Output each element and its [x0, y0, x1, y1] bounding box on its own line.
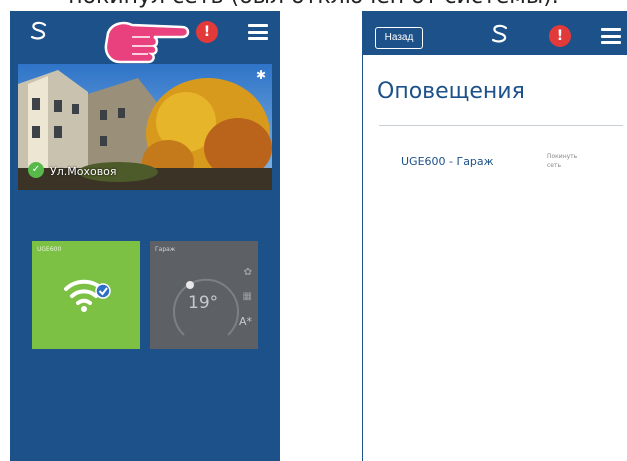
calendar-icon: ▦ — [242, 291, 252, 302]
device-tile-garage[interactable]: Гараж 19° ✿ ▦ A* — [150, 241, 258, 349]
notifications-screen: Назад ! Оповещения UGE600 - Гараж Покину… — [362, 11, 627, 461]
home-screen: ! ✱ ✓ Ул.Моховоя UGE600 Гараж 19° ✿ ▦ A* — [10, 11, 280, 461]
wifi-icon — [64, 279, 111, 312]
settings-icon[interactable]: ✱ — [256, 68, 266, 82]
auto-mode-icon: A* — [238, 315, 252, 328]
logo-s-icon[interactable] — [28, 21, 50, 41]
alert-icon[interactable]: ! — [549, 25, 571, 47]
tile-title: Гараж — [155, 246, 176, 253]
page-title: Оповещения — [377, 79, 525, 104]
location-label: Ул.Моховоя — [50, 165, 117, 178]
back-button[interactable]: Назад — [375, 27, 423, 49]
menu-icon[interactable] — [601, 28, 621, 44]
device-tile-uge600[interactable]: UGE600 — [32, 241, 140, 349]
location-card[interactable]: ✱ ✓ Ул.Моховоя — [18, 64, 272, 190]
menu-icon[interactable] — [248, 24, 268, 40]
screenshot: покинул сеть (был отключен от системы). … — [0, 0, 627, 461]
top-bar: Назад ! — [363, 11, 627, 55]
alert-icon[interactable]: ! — [196, 21, 218, 43]
notification-status: Покинуть сеть — [547, 153, 578, 169]
tile-title: UGE600 — [37, 246, 62, 253]
instruction-caption: покинул сеть (был отключен от системы). — [0, 0, 627, 9]
pointing-hand-icon — [104, 21, 190, 64]
gear-icon: ✿ — [243, 267, 252, 278]
check-icon: ✓ — [28, 162, 44, 178]
temperature-value: 19° — [188, 293, 219, 313]
notification-device[interactable]: UGE600 - Гараж — [401, 155, 494, 168]
divider — [379, 125, 623, 126]
logo-s-icon[interactable] — [489, 24, 511, 44]
